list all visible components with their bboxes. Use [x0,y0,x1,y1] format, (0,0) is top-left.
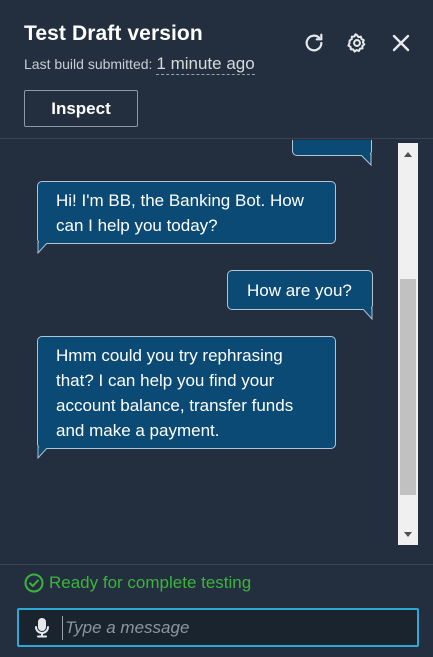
check-circle-icon [24,573,44,593]
message-input[interactable] [62,616,405,640]
scroll-up-arrow-icon[interactable] [398,145,418,163]
bubble-tail [37,447,49,459]
chat-scrollbar[interactable] [398,143,418,545]
build-status-text: Last build submitted: 1 minute ago [24,54,255,75]
status-text: Ready for complete testing [49,573,252,592]
scroll-thumb[interactable] [400,279,416,495]
scroll-down-arrow-icon[interactable] [398,525,418,543]
conversation-area: Hi! I'm BB, the Banking Bot. How can I h… [0,140,433,564]
bot-message-bubble: Hmm could you try rephrasing that? I can… [37,336,336,459]
bubble-tail [361,308,373,320]
build-status-label: Last build submitted: [24,56,153,72]
test-panel-header: Test Draft version Last build submitted:… [0,0,433,139]
previous-message-bubble [292,140,372,166]
bubble-tail [360,154,372,166]
bot-message-bubble: Hi! I'm BB, the Banking Bot. How can I h… [37,181,336,254]
user-message-bubble: How are you? [227,270,373,320]
microphone-icon[interactable] [34,618,50,638]
build-time-link[interactable]: 1 minute ago [156,54,255,75]
message-input-box[interactable] [17,608,419,647]
bot-message-text: Hmm could you try rephrasing that? I can… [56,346,294,440]
inspect-button[interactable]: Inspect [24,90,138,127]
panel-title: Test Draft version [24,22,203,45]
refresh-icon[interactable] [301,30,327,56]
bubble-tail [37,242,49,254]
bot-message-text: Hi! I'm BB, the Banking Bot. How can I h… [56,191,304,235]
close-icon[interactable] [388,30,414,56]
chat-footer: Ready for complete testing [0,564,433,657]
user-message-text: How are you? [247,281,352,300]
settings-icon[interactable] [344,30,370,56]
test-status: Ready for complete testing [24,573,251,593]
